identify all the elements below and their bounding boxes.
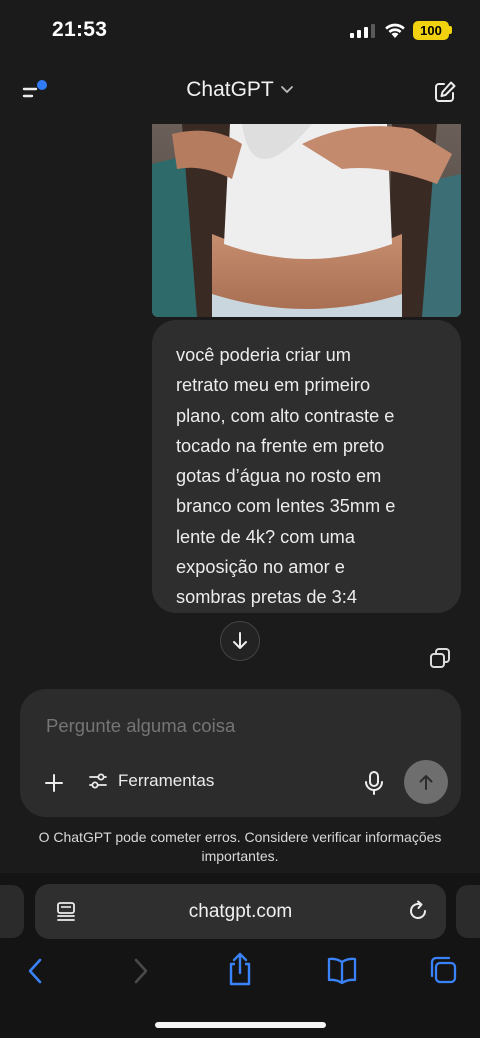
forward-icon[interactable] xyxy=(128,956,152,986)
share-icon[interactable] xyxy=(226,951,254,987)
copy-icon[interactable] xyxy=(428,646,452,670)
tools-label: Ferramentas xyxy=(118,771,215,790)
chevron-down-icon xyxy=(280,86,293,93)
tabs-icon[interactable] xyxy=(428,955,458,985)
microphone-icon[interactable] xyxy=(363,770,385,796)
status-time: 21:53 xyxy=(52,18,108,41)
sliders-icon xyxy=(89,773,107,789)
wifi-icon xyxy=(385,23,405,38)
message-input[interactable] xyxy=(46,715,426,737)
reload-icon[interactable] xyxy=(407,900,429,922)
page-title: ChatGPT xyxy=(186,78,274,101)
home-indicator xyxy=(155,1022,326,1028)
cellular-signal-icon xyxy=(350,24,375,38)
message-composer: Ferramentas xyxy=(20,689,461,817)
sidebar-menu-icon[interactable] xyxy=(20,78,50,104)
next-tab-preview[interactable] xyxy=(456,885,480,938)
back-icon[interactable] xyxy=(24,956,48,986)
plus-icon[interactable] xyxy=(42,771,66,795)
previous-tab-preview[interactable] xyxy=(0,885,24,938)
battery-indicator: 100 xyxy=(413,21,449,40)
url-text: chatgpt.com xyxy=(188,901,293,922)
battery-nub xyxy=(449,26,452,34)
model-selector[interactable]: ChatGPT xyxy=(150,78,330,102)
arrow-up-icon xyxy=(419,775,433,790)
user-message-text: você poderia criar um retrato meu em pri… xyxy=(176,345,396,608)
scroll-down-button[interactable] xyxy=(220,621,260,661)
new-chat-icon[interactable] xyxy=(432,79,458,105)
disclaimer-text: O ChatGPT pode cometer erros. Considere … xyxy=(38,829,442,864)
user-message-bubble: você poderia criar um retrato meu em pri… xyxy=(152,320,461,613)
arrow-down-icon xyxy=(233,632,247,649)
address-bar[interactable]: chatgpt.com xyxy=(35,884,446,939)
uploaded-photo[interactable] xyxy=(152,124,461,317)
send-button[interactable] xyxy=(404,760,448,804)
photo-image xyxy=(152,124,461,317)
bookmarks-icon[interactable] xyxy=(326,956,358,984)
tools-button[interactable]: Ferramentas xyxy=(88,771,214,791)
